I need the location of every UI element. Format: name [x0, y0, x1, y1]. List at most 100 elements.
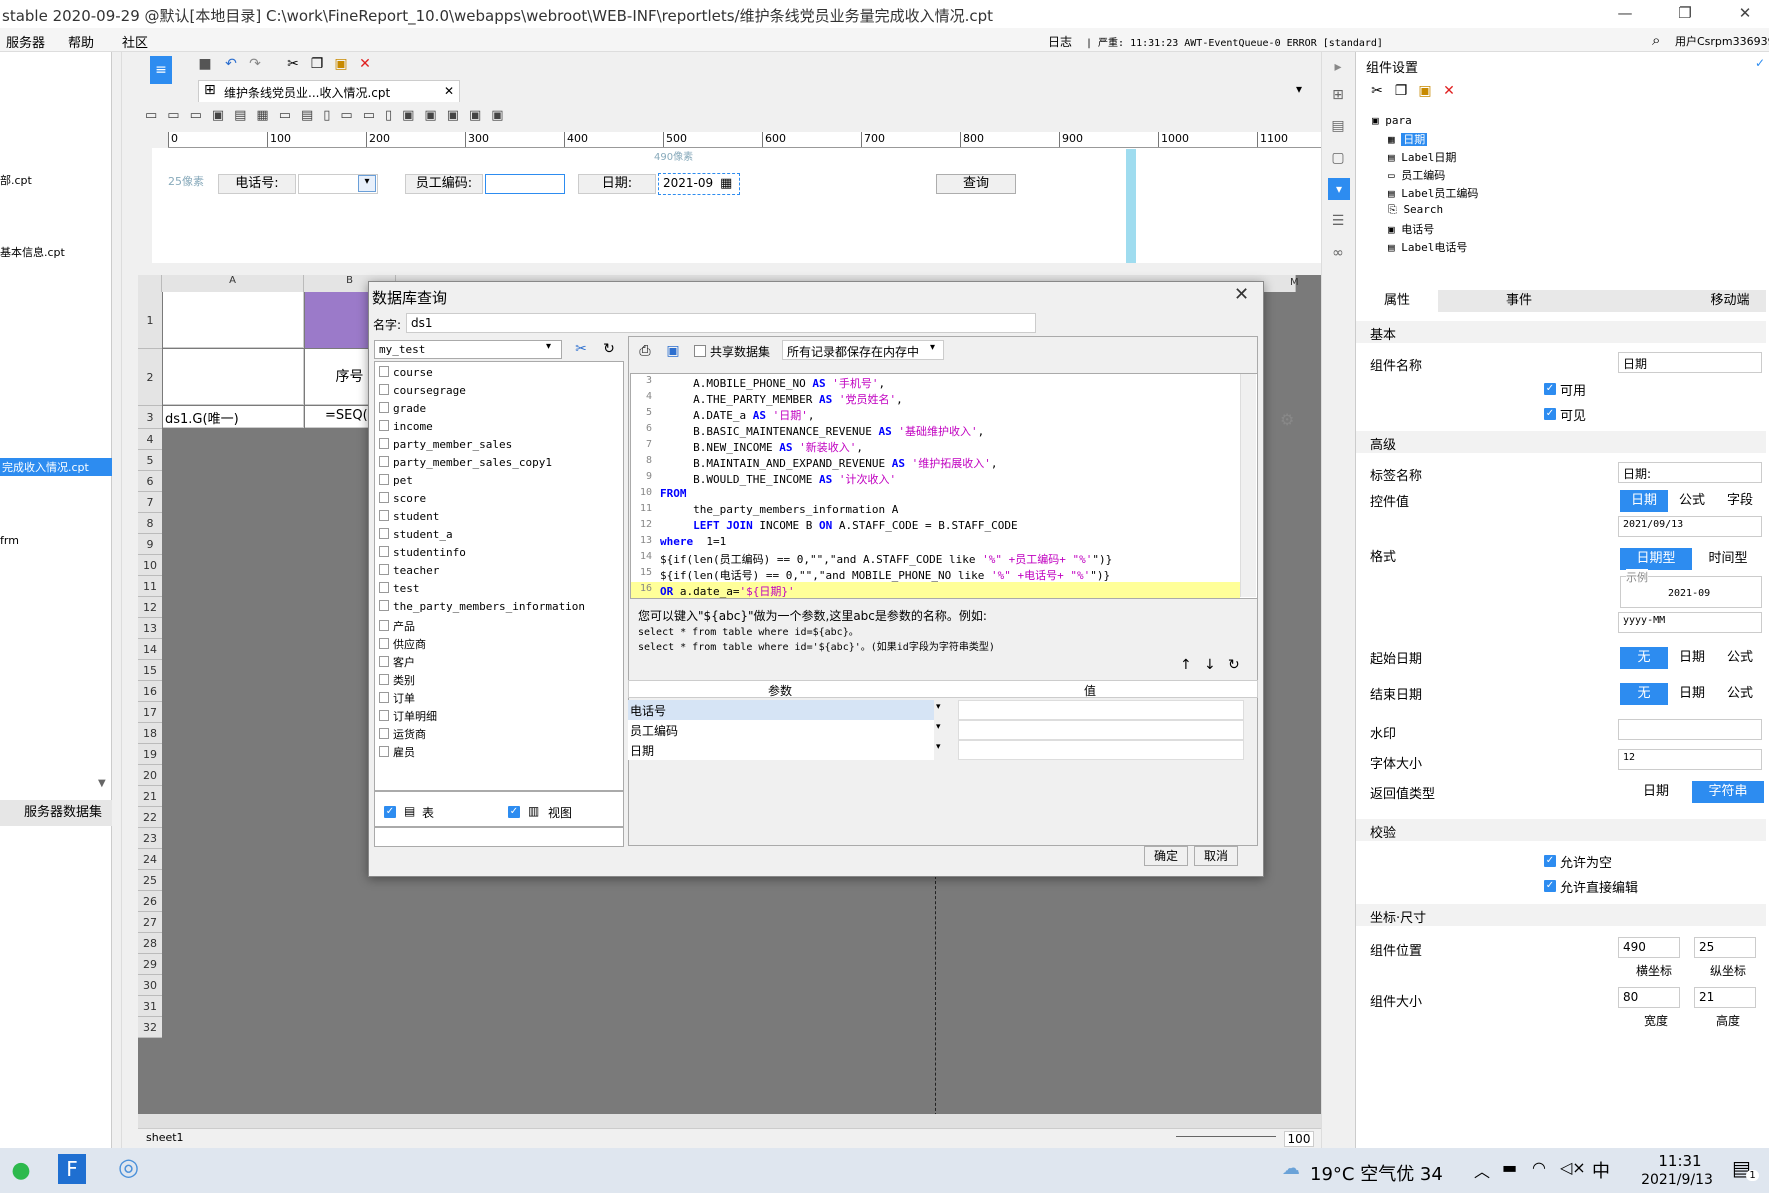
chevron-down-icon[interactable]: ▼ — [98, 778, 106, 789]
return-opt-date[interactable]: 日期 — [1620, 781, 1692, 803]
file-item-1[interactable]: 部.cpt — [0, 172, 32, 188]
tree-item-label-date[interactable]: ▤ Label日期 — [1388, 149, 1456, 165]
weather-text[interactable]: 19°C 空气优 34 — [1310, 1160, 1443, 1186]
row-header[interactable]: 16 — [138, 681, 162, 702]
row-header[interactable]: 23 — [138, 828, 162, 849]
copy-icon[interactable]: ❐ — [1392, 82, 1410, 100]
row-header[interactable]: 7 — [138, 492, 162, 513]
widget-settings-icon[interactable]: ▾ — [1328, 178, 1350, 200]
save-icon[interactable]: ■ — [196, 55, 214, 73]
server-dataset-tab[interactable]: 服务器数据集 — [0, 800, 126, 826]
table-search-input[interactable] — [374, 827, 624, 847]
param-icon[interactable]: ▣ — [664, 342, 682, 360]
table-item[interactable]: course — [379, 366, 433, 379]
chevron-up-icon[interactable]: ︿ — [1474, 1158, 1490, 1182]
clock-date[interactable]: 2021/9/13 — [1622, 1172, 1732, 1188]
file-item-selected[interactable]: 完成收入情况.cpt — [0, 458, 124, 476]
chevron-right-icon[interactable]: ▸ — [1329, 58, 1347, 76]
row-header[interactable]: 24 — [138, 849, 162, 870]
row-header[interactable]: 18 — [138, 723, 162, 744]
refresh-icon[interactable]: ↻ — [600, 340, 618, 358]
cancel-button[interactable]: 取消 — [1194, 846, 1238, 866]
param-row-date[interactable]: 日期 — [628, 740, 934, 760]
connection-settings-icon[interactable]: ✂ — [572, 340, 590, 358]
enabled-checkbox[interactable]: ✓ — [1544, 383, 1556, 395]
layout-icon[interactable]: ▤ — [1329, 117, 1347, 135]
ctrl-date-select[interactable]: 2021/09/13 — [1618, 516, 1762, 537]
row-header[interactable]: 11 — [138, 576, 162, 597]
param-value-date[interactable] — [958, 740, 1244, 760]
table-item[interactable]: grade — [379, 402, 426, 415]
start-opt-none[interactable]: 无 — [1620, 647, 1668, 669]
row-header[interactable]: 19 — [138, 744, 162, 765]
redo-icon[interactable]: ↷ — [246, 55, 264, 73]
ime-indicator[interactable]: 中 — [1592, 1157, 1610, 1183]
table-checkbox[interactable]: ✓ — [384, 806, 396, 818]
row-header[interactable]: 15 — [138, 660, 162, 681]
table-item[interactable]: income — [379, 420, 433, 433]
start-opt-formula[interactable]: 公式 — [1716, 647, 1764, 669]
table-item[interactable]: the_party_members_information — [379, 600, 585, 613]
clock-time[interactable]: 11:31 — [1640, 1152, 1720, 1170]
start-opt-date[interactable]: 日期 — [1668, 647, 1716, 669]
cell-a1[interactable] — [163, 292, 304, 348]
row-header[interactable]: 8 — [138, 513, 162, 534]
row-header[interactable]: 31 — [138, 996, 162, 1017]
menu-community[interactable]: 社区 — [122, 32, 148, 51]
pos-y-input[interactable]: 25 — [1694, 937, 1756, 958]
row-header[interactable]: 27 — [138, 912, 162, 933]
refresh-icon[interactable]: ↻ — [1228, 657, 1240, 673]
tree-item-phone[interactable]: ▣ 电话号 — [1388, 221, 1434, 237]
name-input[interactable]: 日期 — [1618, 352, 1762, 373]
row-header[interactable]: 3 — [138, 406, 162, 429]
calendar-icon[interactable]: ▦ — [720, 176, 732, 191]
tab-list-icon[interactable]: ▾ — [1296, 82, 1302, 96]
widget-lib-icon[interactable]: ⊞ — [1329, 86, 1347, 104]
end-opt-date[interactable]: 日期 — [1668, 683, 1716, 705]
copy-icon[interactable]: ❐ — [308, 55, 326, 73]
pos-x-input[interactable]: 490 — [1618, 937, 1680, 958]
param-value-staff[interactable] — [958, 720, 1244, 740]
ok-button[interactable]: 确定 — [1144, 846, 1188, 866]
chevron-down-icon[interactable]: ▾ — [546, 341, 551, 352]
wifi-icon[interactable]: ◠ — [1532, 1158, 1546, 1177]
format-input[interactable]: yyyy-MM — [1618, 612, 1762, 633]
table-item[interactable]: student — [379, 510, 439, 523]
tree-item-date[interactable]: ▦ 日期 — [1388, 131, 1428, 147]
user-name[interactable]: 用户Csrpm3369394 — [1675, 33, 1769, 49]
allow-edit-checkbox[interactable]: ✓ — [1544, 880, 1556, 892]
menu-server[interactable]: 服务器 — [6, 32, 45, 51]
staff-field[interactable] — [485, 174, 565, 194]
tab-events[interactable]: 事件 — [1478, 290, 1560, 312]
format-opt-time[interactable]: 时间型 — [1692, 548, 1764, 570]
collapse-strip[interactable] — [112, 52, 122, 1148]
undo-icon[interactable]: ↶ — [222, 55, 240, 73]
section-coords[interactable]: 坐标·尺寸 — [1356, 904, 1766, 926]
menu-help[interactable]: 帮助 — [68, 32, 94, 51]
finereport-icon[interactable]: F — [58, 1154, 86, 1184]
file-item-3[interactable]: frm — [0, 534, 19, 547]
browser-icon[interactable]: ◎ — [118, 1153, 139, 1181]
query-button[interactable]: 查询 — [936, 174, 1016, 194]
tab-close-icon[interactable]: ✕ — [444, 84, 454, 98]
end-opt-none[interactable]: 无 — [1620, 683, 1668, 705]
fontsize-select[interactable]: 12 — [1618, 749, 1762, 770]
preview-icon[interactable]: ⎙ — [636, 342, 654, 360]
tag-input[interactable]: 日期: — [1618, 462, 1762, 483]
table-item[interactable]: 产品 — [379, 618, 415, 634]
table-item[interactable]: 供应商 — [379, 636, 426, 652]
section-basic[interactable]: 基本 — [1356, 321, 1766, 343]
table-item[interactable]: student_a — [379, 528, 453, 541]
link-icon[interactable]: ∞ — [1329, 244, 1347, 262]
table-item[interactable]: coursegrage — [379, 384, 466, 397]
zoom-slider[interactable] — [1176, 1136, 1276, 1137]
row-header[interactable]: 10 — [138, 555, 162, 576]
dialog-close-icon[interactable]: ✕ — [1234, 284, 1249, 305]
end-opt-formula[interactable]: 公式 — [1716, 683, 1764, 705]
log-label[interactable]: 日志 — [1048, 33, 1072, 50]
wechat-icon[interactable]: ● — [0, 1148, 42, 1193]
minimize-button[interactable]: — — [1610, 4, 1640, 24]
row-header[interactable]: 28 — [138, 933, 162, 954]
cell-a2[interactable] — [163, 349, 304, 405]
horizontal-scrollbar[interactable] — [138, 1114, 1321, 1128]
